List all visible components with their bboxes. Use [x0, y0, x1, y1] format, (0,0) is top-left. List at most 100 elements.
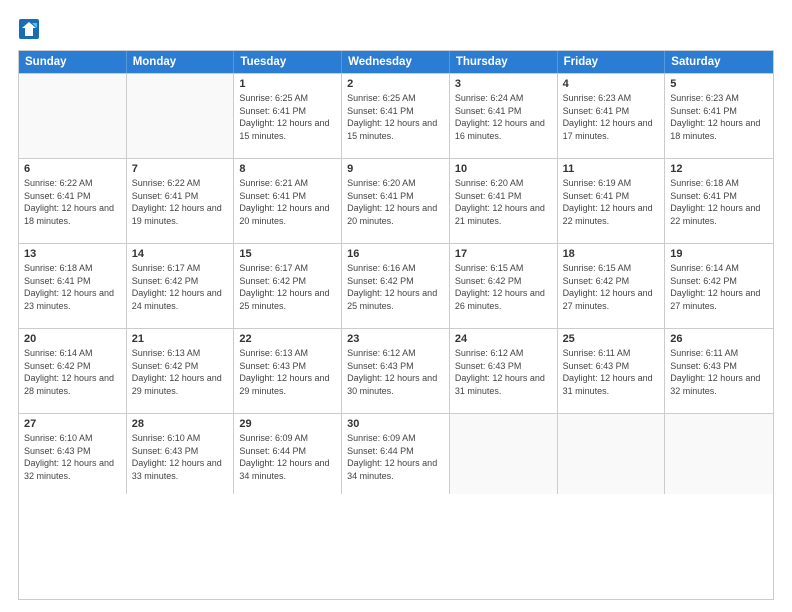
- day-number: 4: [563, 78, 660, 90]
- cell-sun-info: Sunrise: 6:24 AM Sunset: 6:41 PM Dayligh…: [455, 92, 552, 142]
- day-number: 2: [347, 78, 444, 90]
- cell-sun-info: Sunrise: 6:17 AM Sunset: 6:42 PM Dayligh…: [239, 262, 336, 312]
- cell-sun-info: Sunrise: 6:13 AM Sunset: 6:42 PM Dayligh…: [132, 347, 229, 397]
- cell-sun-info: Sunrise: 6:12 AM Sunset: 6:43 PM Dayligh…: [455, 347, 552, 397]
- day-number: 6: [24, 163, 121, 175]
- cell-sun-info: Sunrise: 6:18 AM Sunset: 6:41 PM Dayligh…: [670, 177, 768, 227]
- cell-sun-info: Sunrise: 6:14 AM Sunset: 6:42 PM Dayligh…: [24, 347, 121, 397]
- day-number: 27: [24, 418, 121, 430]
- day-cell-14: 14 Sunrise: 6:17 AM Sunset: 6:42 PM Dayli…: [127, 244, 235, 328]
- day-number: 7: [132, 163, 229, 175]
- empty-cell-4-4: [450, 414, 558, 494]
- weekday-header-monday: Monday: [127, 51, 235, 73]
- day-number: 24: [455, 333, 552, 345]
- cell-sun-info: Sunrise: 6:11 AM Sunset: 6:43 PM Dayligh…: [563, 347, 660, 397]
- day-cell-25: 25 Sunrise: 6:11 AM Sunset: 6:43 PM Dayli…: [558, 329, 666, 413]
- page-header: [18, 18, 774, 40]
- day-cell-20: 20 Sunrise: 6:14 AM Sunset: 6:42 PM Dayli…: [19, 329, 127, 413]
- day-number: 19: [670, 248, 768, 260]
- day-number: 29: [239, 418, 336, 430]
- cell-sun-info: Sunrise: 6:09 AM Sunset: 6:44 PM Dayligh…: [347, 432, 444, 482]
- empty-cell-0-1: [127, 74, 235, 158]
- cell-sun-info: Sunrise: 6:15 AM Sunset: 6:42 PM Dayligh…: [455, 262, 552, 312]
- weekday-header-wednesday: Wednesday: [342, 51, 450, 73]
- day-cell-7: 7Sunrise: 6:22 AM Sunset: 6:41 PM Daylig…: [127, 159, 235, 243]
- day-number: 9: [347, 163, 444, 175]
- day-cell-6: 6 Sunrise: 6:22 AM Sunset: 6:41 PM Daylig…: [19, 159, 127, 243]
- calendar-body: 1 Sunrise: 6:25 AM Sunset: 6:41 PM Daylig…: [19, 73, 773, 494]
- calendar-row-3: 13 Sunrise: 6:18 AM Sunset: 6:41 PM Dayli…: [19, 243, 773, 328]
- logo: [18, 18, 42, 40]
- day-cell-26: 26Sunrise: 6:11 AM Sunset: 6:43 PM Dayli…: [665, 329, 773, 413]
- day-number: 25: [563, 333, 660, 345]
- cell-sun-info: Sunrise: 6:22 AM Sunset: 6:41 PM Dayligh…: [24, 177, 121, 227]
- weekday-header-tuesday: Tuesday: [234, 51, 342, 73]
- cell-sun-info: Sunrise: 6:25 AM Sunset: 6:41 PM Dayligh…: [347, 92, 444, 142]
- empty-cell-4-6: [665, 414, 773, 494]
- cell-sun-info: Sunrise: 6:16 AM Sunset: 6:42 PM Dayligh…: [347, 262, 444, 312]
- day-cell-10: 10 Sunrise: 6:20 AM Sunset: 6:41 PM Dayli…: [450, 159, 558, 243]
- day-cell-11: 11Sunrise: 6:19 AM Sunset: 6:41 PM Dayli…: [558, 159, 666, 243]
- cell-sun-info: Sunrise: 6:12 AM Sunset: 6:43 PM Dayligh…: [347, 347, 444, 397]
- calendar: SundayMondayTuesdayWednesdayThursdayFrid…: [18, 50, 774, 600]
- day-number: 3: [455, 78, 552, 90]
- cell-sun-info: Sunrise: 6:19 AM Sunset: 6:41 PM Dayligh…: [563, 177, 660, 227]
- cell-sun-info: Sunrise: 6:13 AM Sunset: 6:43 PM Dayligh…: [239, 347, 336, 397]
- day-cell-16: 16 Sunrise: 6:16 AM Sunset: 6:42 PM Dayli…: [342, 244, 450, 328]
- day-cell-27: 27 Sunrise: 6:10 AM Sunset: 6:43 PM Dayli…: [19, 414, 127, 494]
- calendar-header: SundayMondayTuesdayWednesdayThursdayFrid…: [19, 51, 773, 73]
- day-cell-17: 17 Sunrise: 6:15 AM Sunset: 6:42 PM Dayli…: [450, 244, 558, 328]
- day-cell-5: 5Sunrise: 6:23 AM Sunset: 6:41 PM Daylig…: [665, 74, 773, 158]
- day-cell-9: 9Sunrise: 6:20 AM Sunset: 6:41 PM Daylig…: [342, 159, 450, 243]
- day-number: 17: [455, 248, 552, 260]
- cell-sun-info: Sunrise: 6:20 AM Sunset: 6:41 PM Dayligh…: [455, 177, 552, 227]
- day-number: 20: [24, 333, 121, 345]
- day-cell-19: 19 Sunrise: 6:14 AM Sunset: 6:42 PM Dayli…: [665, 244, 773, 328]
- day-cell-28: 28 Sunrise: 6:10 AM Sunset: 6:43 PM Dayli…: [127, 414, 235, 494]
- calendar-row-4: 20 Sunrise: 6:14 AM Sunset: 6:42 PM Dayli…: [19, 328, 773, 413]
- cell-sun-info: Sunrise: 6:17 AM Sunset: 6:42 PM Dayligh…: [132, 262, 229, 312]
- cell-sun-info: Sunrise: 6:10 AM Sunset: 6:43 PM Dayligh…: [24, 432, 121, 482]
- calendar-row-5: 27 Sunrise: 6:10 AM Sunset: 6:43 PM Dayli…: [19, 413, 773, 494]
- day-number: 26: [670, 333, 768, 345]
- cell-sun-info: Sunrise: 6:21 AM Sunset: 6:41 PM Dayligh…: [239, 177, 336, 227]
- day-cell-29: 29 Sunrise: 6:09 AM Sunset: 6:44 PM Dayli…: [234, 414, 342, 494]
- day-number: 30: [347, 418, 444, 430]
- day-number: 5: [670, 78, 768, 90]
- day-cell-22: 22 Sunrise: 6:13 AM Sunset: 6:43 PM Dayli…: [234, 329, 342, 413]
- day-number: 8: [239, 163, 336, 175]
- empty-cell-0-0: [19, 74, 127, 158]
- day-cell-4: 4 Sunrise: 6:23 AM Sunset: 6:41 PM Daylig…: [558, 74, 666, 158]
- weekday-header-saturday: Saturday: [665, 51, 773, 73]
- cell-sun-info: Sunrise: 6:15 AM Sunset: 6:42 PM Dayligh…: [563, 262, 660, 312]
- cell-sun-info: Sunrise: 6:10 AM Sunset: 6:43 PM Dayligh…: [132, 432, 229, 482]
- cell-sun-info: Sunrise: 6:14 AM Sunset: 6:42 PM Dayligh…: [670, 262, 768, 312]
- day-number: 1: [239, 78, 336, 90]
- weekday-header-sunday: Sunday: [19, 51, 127, 73]
- day-cell-15: 15 Sunrise: 6:17 AM Sunset: 6:42 PM Dayli…: [234, 244, 342, 328]
- day-number: 23: [347, 333, 444, 345]
- day-number: 15: [239, 248, 336, 260]
- day-number: 21: [132, 333, 229, 345]
- day-number: 12: [670, 163, 768, 175]
- weekday-header-thursday: Thursday: [450, 51, 558, 73]
- calendar-row-2: 6 Sunrise: 6:22 AM Sunset: 6:41 PM Daylig…: [19, 158, 773, 243]
- day-number: 28: [132, 418, 229, 430]
- day-number: 16: [347, 248, 444, 260]
- cell-sun-info: Sunrise: 6:18 AM Sunset: 6:41 PM Dayligh…: [24, 262, 121, 312]
- day-number: 13: [24, 248, 121, 260]
- day-cell-23: 23 Sunrise: 6:12 AM Sunset: 6:43 PM Dayli…: [342, 329, 450, 413]
- cell-sun-info: Sunrise: 6:25 AM Sunset: 6:41 PM Dayligh…: [239, 92, 336, 142]
- day-number: 22: [239, 333, 336, 345]
- day-cell-2: 2 Sunrise: 6:25 AM Sunset: 6:41 PM Daylig…: [342, 74, 450, 158]
- day-number: 10: [455, 163, 552, 175]
- cell-sun-info: Sunrise: 6:23 AM Sunset: 6:41 PM Dayligh…: [563, 92, 660, 142]
- day-number: 14: [132, 248, 229, 260]
- cell-sun-info: Sunrise: 6:09 AM Sunset: 6:44 PM Dayligh…: [239, 432, 336, 482]
- weekday-header-friday: Friday: [558, 51, 666, 73]
- day-number: 18: [563, 248, 660, 260]
- day-cell-3: 3 Sunrise: 6:24 AM Sunset: 6:41 PM Daylig…: [450, 74, 558, 158]
- day-cell-12: 12 Sunrise: 6:18 AM Sunset: 6:41 PM Dayli…: [665, 159, 773, 243]
- day-cell-8: 8 Sunrise: 6:21 AM Sunset: 6:41 PM Daylig…: [234, 159, 342, 243]
- logo-icon: [18, 18, 40, 40]
